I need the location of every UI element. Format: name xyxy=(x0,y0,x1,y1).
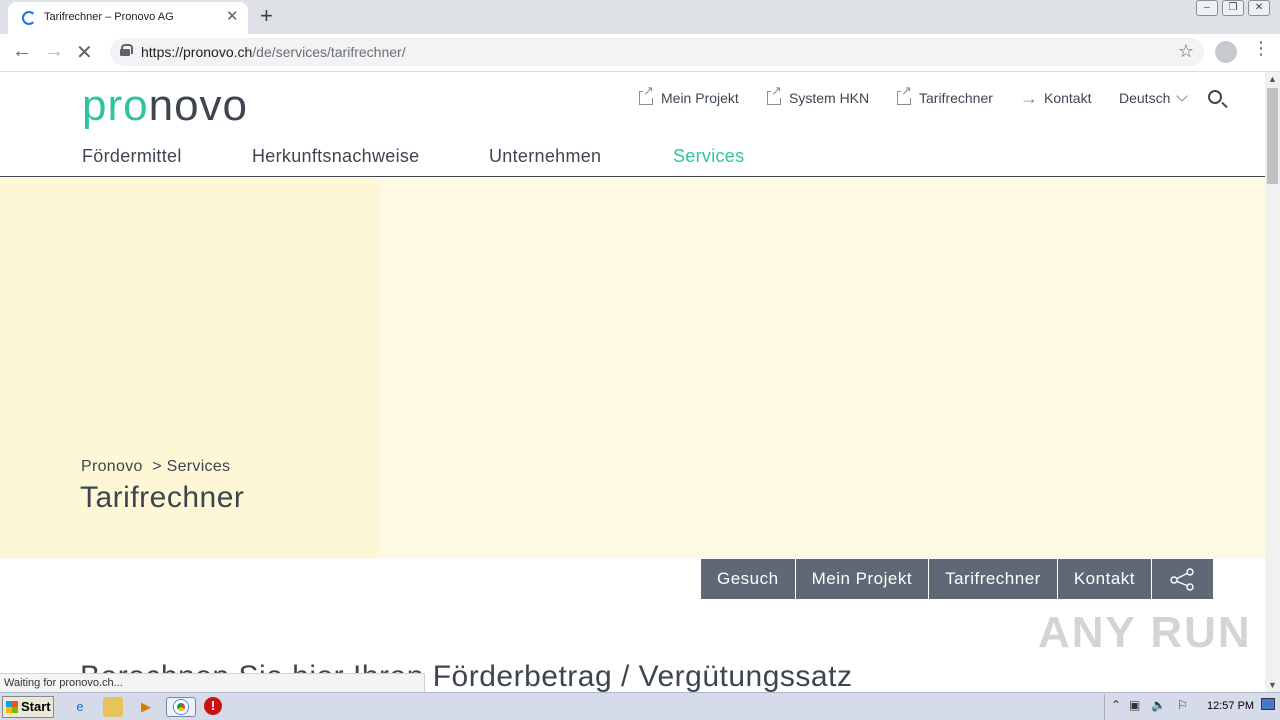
anyrun-watermark: ANY RUN xyxy=(1038,608,1252,657)
breadcrumb-separator: > xyxy=(152,458,162,475)
utility-link-system-hkn[interactable]: System HKN xyxy=(767,84,869,108)
utility-link-mein-projekt[interactable]: Mein Projekt xyxy=(639,84,739,108)
breadcrumb: Pronovo > Services xyxy=(81,458,230,476)
internet-explorer-icon[interactable]: e xyxy=(70,697,90,717)
nav-foerdermittel[interactable]: Fördermittel xyxy=(82,146,182,167)
browser-menu-icon[interactable]: ⋮ xyxy=(1252,38,1270,59)
browser-status-text: Waiting for pronovo.ch... xyxy=(0,673,425,693)
breadcrumb-current[interactable]: Services xyxy=(167,458,231,475)
system-tray: ⌃ ▣ 🔈 ⚐ 12:57 PM xyxy=(1104,694,1280,720)
scroll-down-icon[interactable]: ▼ xyxy=(1268,680,1277,690)
lock-icon xyxy=(120,44,133,56)
pronovo-logo[interactable]: pronovo xyxy=(82,82,248,130)
quick-mein-projekt-button[interactable]: Mein Projekt xyxy=(795,559,930,599)
back-arrow-icon[interactable]: ← xyxy=(12,40,32,63)
url-text[interactable]: https://pronovo.ch/de/services/tarifrech… xyxy=(141,44,406,60)
chevron-down-icon xyxy=(1176,89,1189,102)
quick-gesuch-button[interactable]: Gesuch xyxy=(701,559,796,599)
restore-icon[interactable]: ❐ xyxy=(1222,0,1244,16)
window-controls: – ❐ ✕ xyxy=(1196,0,1270,16)
action-center-flag-icon[interactable]: ⚐ xyxy=(1177,698,1188,712)
forward-arrow-icon[interactable]: → xyxy=(44,40,64,63)
tray-expand-icon[interactable]: ⌃ xyxy=(1111,698,1121,712)
share-button[interactable] xyxy=(1152,559,1213,599)
show-desktop-icon[interactable] xyxy=(1261,698,1275,710)
nav-divider xyxy=(0,176,1265,177)
profile-avatar-icon[interactable] xyxy=(1215,41,1237,63)
media-player-icon[interactable]: ▶ xyxy=(136,697,156,717)
close-window-icon[interactable]: ✕ xyxy=(1248,0,1270,16)
minimize-icon[interactable]: – xyxy=(1196,0,1218,16)
breadcrumb-home[interactable]: Pronovo xyxy=(81,458,143,475)
network-icon[interactable]: ▣ xyxy=(1129,698,1140,712)
arrow-right-icon: → xyxy=(1020,87,1038,108)
taskbar-clock[interactable]: 12:57 PM xyxy=(1207,700,1254,712)
search-icon[interactable] xyxy=(1208,90,1222,104)
scroll-thumb[interactable] xyxy=(1267,88,1278,184)
external-link-icon xyxy=(639,84,654,105)
nav-services[interactable]: Services xyxy=(673,146,744,167)
tab-title: Tarifrechner – Pronovo AG xyxy=(44,11,174,23)
chrome-taskbar-icon[interactable] xyxy=(166,697,196,717)
stop-loading-icon[interactable]: ✕ xyxy=(76,40,93,65)
volume-icon[interactable]: 🔈 xyxy=(1151,698,1166,712)
nav-herkunftsnachweise[interactable]: Herkunftsnachweise xyxy=(252,146,419,167)
quick-tarifrechner-button[interactable]: Tarifrechner xyxy=(929,559,1058,599)
quick-kontakt-button[interactable]: Kontakt xyxy=(1057,559,1152,599)
browser-toolbar: ← → ✕ https://pronovo.ch/de/services/tar… xyxy=(0,34,1280,72)
quick-action-bar: Gesuch Mein Projekt Tarifrechner Kontakt xyxy=(701,559,1213,599)
page-title: Tarifrechner xyxy=(80,481,245,514)
hero-banner: Pronovo > Services Tarifrechner xyxy=(0,178,1265,558)
opera-icon[interactable]: ! xyxy=(204,697,222,715)
address-bar[interactable]: https://pronovo.ch/de/services/tarifrech… xyxy=(110,38,1204,66)
utility-link-kontakt[interactable]: → Kontakt xyxy=(1020,88,1091,108)
browser-tabbar: Tarifrechner – Pronovo AG ✕ + – ❐ ✕ xyxy=(0,0,1280,34)
nav-unternehmen[interactable]: Unternehmen xyxy=(489,146,601,167)
external-link-icon xyxy=(767,84,782,105)
new-tab-icon[interactable]: + xyxy=(260,3,273,29)
browser-tab[interactable]: Tarifrechner – Pronovo AG ✕ xyxy=(8,2,248,34)
scroll-up-icon[interactable]: ▲ xyxy=(1268,74,1277,84)
loading-spinner-icon xyxy=(22,11,36,25)
language-selector[interactable]: Deutsch xyxy=(1119,88,1189,108)
share-icon xyxy=(1170,568,1194,591)
windows-taskbar: Start e ▶ ! ⌃ ▣ 🔈 ⚐ 12:57 PM xyxy=(0,692,1280,720)
external-link-icon xyxy=(897,84,912,105)
bookmark-star-icon[interactable]: ☆ xyxy=(1178,41,1194,62)
utility-link-tarifrechner[interactable]: Tarifrechner xyxy=(897,84,993,108)
start-button[interactable]: Start xyxy=(2,696,54,718)
web-page: pronovo Mein Projekt System HKN Tarifrec… xyxy=(0,72,1265,692)
file-explorer-icon[interactable] xyxy=(103,697,123,717)
close-tab-icon[interactable]: ✕ xyxy=(226,7,239,25)
page-scrollbar[interactable]: ▲ ▼ xyxy=(1265,72,1280,692)
